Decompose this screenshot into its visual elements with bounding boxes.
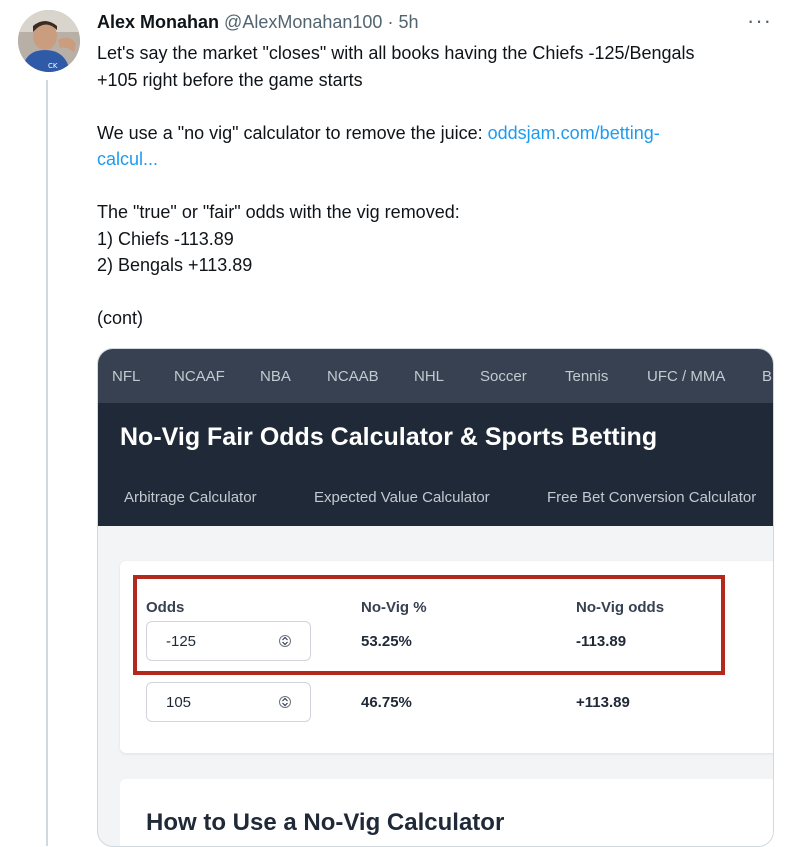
page-title: No-Vig Fair Odds Calculator & Sports Bet…: [120, 423, 658, 451]
more-options-icon[interactable]: ···: [747, 8, 772, 34]
tweet-line: (cont): [97, 308, 144, 328]
author-name[interactable]: Alex Monahan: [97, 12, 219, 32]
stepper-icon[interactable]: [279, 692, 291, 712]
avatar-photo: CK: [18, 10, 80, 72]
tab-expected-value-calculator[interactable]: Expected Value Calculator: [314, 489, 490, 506]
tweet-link-continued[interactable]: calcul...: [97, 149, 158, 169]
tweet-line: Let's say the market "closes" with all b…: [97, 43, 695, 63]
nav-item-more[interactable]: B: [762, 368, 772, 385]
tweet-text: Let's say the market "closes" with all b…: [97, 40, 782, 332]
tweet-timestamp[interactable]: 5h: [398, 12, 418, 32]
tweet-line: 1) Chiefs -113.89: [97, 228, 234, 249]
odds-input-value: 105: [166, 694, 192, 711]
tweet-line: +105 right before the game starts: [97, 69, 363, 90]
stepper-icon[interactable]: [279, 631, 291, 651]
section-heading: How to Use a No-Vig Calculator: [146, 809, 505, 836]
odds-input[interactable]: 105: [146, 682, 311, 722]
avatar[interactable]: CK: [18, 10, 80, 72]
tweet-line: We use a "no vig" calculator to remove t…: [97, 120, 782, 147]
attached-image-card[interactable]: NFL NCAAF NBA NCAAB NHL Soccer Tennis UF…: [97, 348, 774, 847]
sports-nav: NFL NCAAF NBA NCAAB NHL Soccer Tennis UF…: [98, 349, 773, 403]
author-handle[interactable]: @AlexMonahan100: [224, 12, 382, 32]
tweet-line: 2) Bengals +113.89: [97, 255, 253, 275]
nav-item-soccer[interactable]: Soccer: [480, 368, 527, 385]
tweet-line-text: We use a "no vig" calculator to remove t…: [97, 122, 488, 143]
calculator-header: No-Vig Fair Odds Calculator & Sports Bet…: [98, 403, 773, 526]
column-header-no-vig-pct: No-Vig %: [361, 599, 427, 616]
no-vig-pct-value: 46.75%: [361, 694, 412, 711]
no-vig-odds-value: -113.89: [576, 633, 627, 650]
tweet-line: The "true" or "fair" odds with the vig r…: [97, 202, 460, 222]
thread-line: [46, 80, 48, 846]
tweet-line: calcul...: [97, 146, 782, 173]
column-header-odds: Odds: [146, 599, 185, 616]
svg-text:CK: CK: [48, 62, 58, 70]
how-to-section: How to Use a No-Vig Calculator: [120, 779, 773, 846]
nav-item-ufc-mma[interactable]: UFC / MMA: [647, 368, 725, 385]
odds-table-panel: Odds No-Vig % No-Vig odds -125 53.25% -1…: [120, 561, 773, 753]
tweet-header: Alex Monahan @AlexMonahan100 · 5h: [97, 12, 419, 33]
nav-item-nhl[interactable]: NHL: [414, 368, 444, 385]
odds-input[interactable]: -125: [146, 621, 311, 661]
separator-dot: ·: [387, 12, 394, 32]
nav-item-tennis[interactable]: Tennis: [565, 368, 608, 385]
no-vig-pct-value: 53.25%: [361, 633, 412, 650]
odds-input-value: -125: [166, 633, 197, 650]
nav-item-ncaaf[interactable]: NCAAF: [174, 368, 225, 385]
tweet-link[interactable]: oddsjam.com/betting-: [488, 123, 660, 143]
tab-arbitrage-calculator[interactable]: Arbitrage Calculator: [124, 489, 257, 506]
column-header-no-vig-odds: No-Vig odds: [576, 599, 665, 616]
nav-item-nba[interactable]: NBA: [260, 368, 291, 385]
nav-item-nfl[interactable]: NFL: [112, 368, 140, 385]
no-vig-odds-value: +113.89: [576, 694, 630, 711]
tab-free-bet-conversion-calculator[interactable]: Free Bet Conversion Calculator: [547, 489, 756, 506]
nav-item-ncaab[interactable]: NCAAB: [327, 368, 379, 385]
